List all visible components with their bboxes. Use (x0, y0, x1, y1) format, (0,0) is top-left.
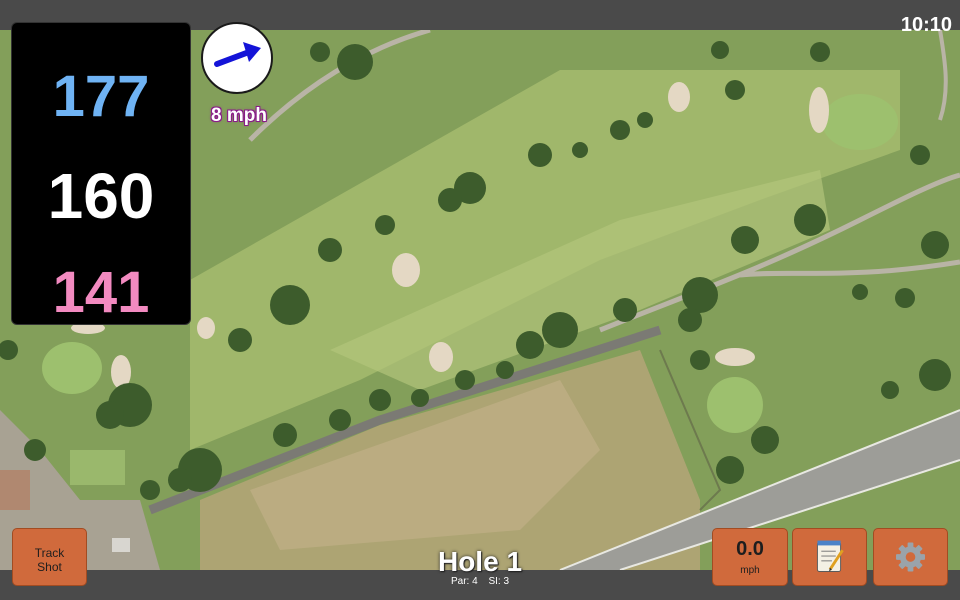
clock: 10:10 (900, 14, 952, 36)
gear-icon (896, 542, 925, 572)
wind-direction-dial (201, 22, 273, 94)
wind-speed-label: 8 mph (211, 105, 267, 126)
hole-stroke-index: SI: 3 (488, 576, 510, 587)
track-shot-label: Track Shot (34, 546, 65, 574)
hole-par: Par: 4 (450, 576, 478, 587)
middle-distance: 160 (47, 160, 155, 232)
speed-unit: mph (740, 565, 760, 576)
hole-meta: Par: 4 SI: 3 (380, 576, 580, 587)
speed-button[interactable]: 0.0 mph (712, 528, 788, 586)
back-distance: 177 (52, 64, 150, 129)
settings-button[interactable] (873, 528, 948, 586)
distance-panel: 177 160 141 (11, 22, 191, 325)
hole-title: Hole 1 (437, 546, 523, 577)
notes-button[interactable] (792, 528, 867, 586)
track-shot-button[interactable]: Track Shot (12, 528, 87, 586)
wind-arrow-icon (214, 42, 261, 67)
speed-value: 0.0 (736, 538, 764, 560)
front-distance: 141 (52, 260, 150, 325)
notepad-icon (816, 540, 844, 572)
